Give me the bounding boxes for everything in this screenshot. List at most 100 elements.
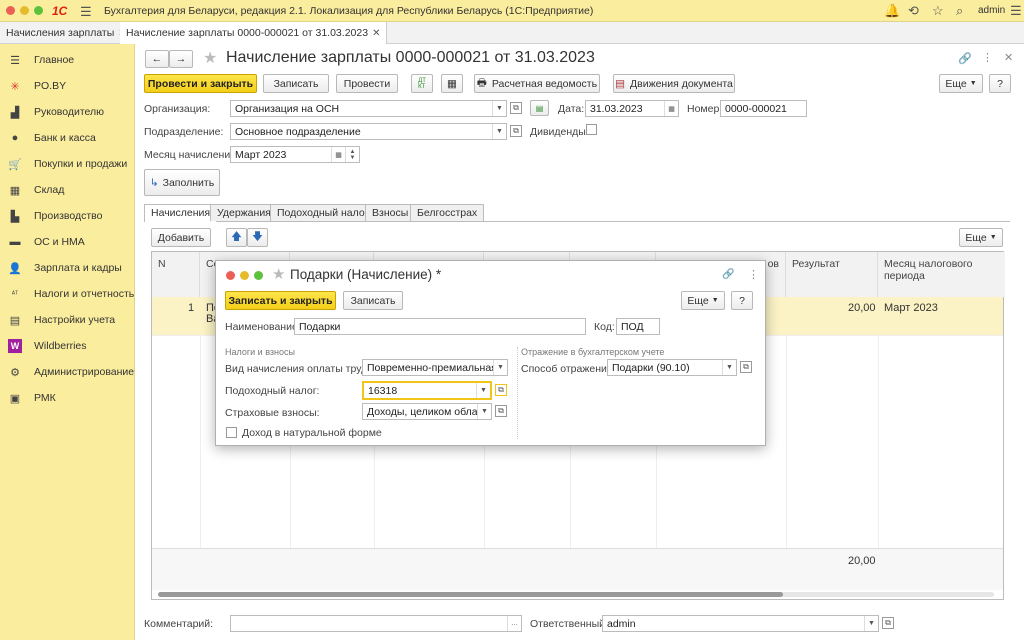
sidebar-item-production[interactable]: ▙ Производство [8, 208, 103, 224]
link-icon[interactable]: 🔗 [958, 52, 972, 65]
responsible-field[interactable]: admin ▼ [602, 615, 879, 632]
dept-field[interactable]: Основное подразделение ▼ [230, 123, 507, 140]
main-menu-icon[interactable]: ☰ [80, 4, 92, 20]
dropdown-icon[interactable]: ▼ [477, 404, 491, 419]
column-header-result[interactable]: Результат [786, 252, 878, 297]
post-and-close-button[interactable]: Провести и закрыть [144, 74, 257, 93]
close-icon[interactable]: ✕ [1004, 51, 1013, 64]
code-field[interactable]: ПОД [616, 318, 660, 335]
more-vert-icon[interactable]: ⋮ [748, 268, 759, 281]
natural-income-label[interactable]: Доход в натуральной форме [242, 427, 382, 439]
dropdown-icon[interactable]: ▼ [864, 616, 878, 631]
dialog-help-button[interactable]: ? [731, 291, 753, 310]
sidebar-item-warehouse[interactable]: ▦ Склад [8, 182, 65, 198]
save-and-close-button[interactable]: Записать и закрыть [225, 291, 336, 310]
fill-button[interactable]: ↳ Заполнить [144, 169, 220, 196]
calendar-icon[interactable]: ▦ [664, 101, 678, 116]
dt-kt-icon[interactable]: ДТ КТ [411, 74, 433, 93]
sidebar-item-salary[interactable]: 👤 Зарплата и кадры [8, 260, 122, 276]
sidebar-item-manager[interactable]: ▟ Руководителю [8, 104, 104, 120]
org-field[interactable]: Организация на ОСН ▼ [230, 100, 507, 117]
tab-accruals[interactable]: Начисления [144, 204, 218, 222]
stepper-icon[interactable]: ▲ ▼ [345, 147, 359, 162]
number-field[interactable]: 0000-000021 [720, 100, 807, 117]
sidebar-item-bank[interactable]: ● Банк и касса [8, 130, 96, 146]
scrollbar-thumb[interactable] [158, 592, 783, 597]
tab-belgosstrakh[interactable]: Белгосстрах [410, 204, 485, 221]
open-icon[interactable]: ⧉ [510, 102, 522, 114]
sidebar-item-main[interactable]: ☰ Главное [8, 52, 74, 68]
dropdown-icon[interactable]: ▼ [492, 124, 506, 139]
sidebar-item-purchases[interactable]: 🛒 Покупки и продажи [8, 156, 127, 172]
save-button[interactable]: Записать [263, 74, 329, 93]
close-icon[interactable]: ✕ [372, 28, 380, 39]
dropdown-icon[interactable]: ▼ [493, 360, 507, 375]
settings-menu-icon[interactable]: ☰ [1010, 3, 1022, 19]
help-button[interactable]: ? [989, 74, 1011, 93]
dividends-checkbox[interactable] [586, 124, 597, 135]
name-field[interactable]: Подарки [294, 318, 586, 335]
open-icon[interactable]: ⧉ [495, 405, 507, 417]
open-icon[interactable]: ⧉ [495, 384, 507, 396]
maximize-window-dot[interactable] [254, 271, 263, 280]
tab-income-tax[interactable]: Подоходный налог [270, 204, 376, 221]
sidebar-item-admin[interactable]: ⚙ Администрирование [8, 364, 134, 380]
post-button[interactable]: Провести [336, 74, 398, 93]
column-header-n[interactable]: N [152, 252, 200, 297]
dropdown-icon[interactable]: ▼ [476, 383, 490, 398]
close-window-dot[interactable] [226, 271, 235, 280]
search-icon[interactable]: ⌕ [956, 3, 963, 19]
ellipsis-icon[interactable]: … [507, 616, 521, 631]
back-button[interactable]: ← [145, 50, 169, 68]
dialog-more-button[interactable]: Еще ▼ [681, 291, 725, 310]
sidebar-item-wildberries[interactable]: W Wildberries [8, 338, 87, 354]
forward-button[interactable]: → [169, 50, 193, 68]
bell-icon[interactable]: 🔔 [884, 3, 900, 19]
report-icon[interactable]: ▦ [441, 74, 463, 93]
tab-payroll-list[interactable]: Начисления зарплаты✕ [0, 22, 134, 44]
natural-income-checkbox[interactable] [226, 427, 237, 438]
open-icon[interactable]: ⧉ [740, 361, 752, 373]
column-header-tax-month[interactable]: Месяц налогового периода [878, 252, 1005, 297]
favorite-star-icon[interactable]: ★ [203, 48, 217, 68]
comment-field[interactable]: … [230, 615, 522, 632]
sidebar-item-poby[interactable]: ✳ PO.BY [8, 78, 66, 94]
insurance-field[interactable]: Доходы, целиком облагае ▼ [362, 403, 492, 420]
grid-more-button[interactable]: Еще ▼ [959, 228, 1003, 247]
minimize-window-dot[interactable] [20, 6, 29, 15]
horizontal-scrollbar[interactable] [158, 592, 994, 597]
sidebar-item-rmk[interactable]: ▣ РМК [8, 390, 56, 406]
tab-deductions[interactable]: Удержания [210, 204, 278, 221]
maximize-window-dot[interactable] [34, 6, 43, 15]
movements-button[interactable]: ▤ Движения документа [613, 74, 735, 93]
star-icon[interactable]: ☆ [932, 3, 944, 19]
calendar-icon[interactable]: ▦ [331, 147, 345, 162]
move-down-button[interactable]: 🡇 [247, 228, 268, 247]
accrual-kind-field[interactable]: Повременно-премиальная оп ▼ [362, 359, 508, 376]
open-icon[interactable]: ⧉ [882, 617, 894, 629]
move-up-button[interactable]: 🡅 [226, 228, 247, 247]
calendar-green-icon[interactable]: ▤ [530, 100, 549, 116]
history-icon[interactable]: ⟲ [908, 3, 919, 19]
user-name[interactable]: admin [978, 5, 1005, 16]
link-icon[interactable]: 🔗 [722, 269, 734, 280]
tab-contributions[interactable]: Взносы [365, 204, 416, 221]
sidebar-item-assets[interactable]: ▬ ОС и НМА [8, 234, 85, 250]
dropdown-icon[interactable]: ▼ [722, 360, 736, 375]
date-field[interactable]: 31.03.2023 ▦ [585, 100, 679, 117]
tab-payroll-doc[interactable]: Начисление зарплаты 0000-000021 от 31.03… [120, 22, 388, 44]
close-window-dot[interactable] [6, 6, 15, 15]
dropdown-icon[interactable]: ▼ [492, 101, 506, 116]
method-field[interactable]: Подарки (90.10) ▼ [607, 359, 737, 376]
payroll-sheet-button[interactable]: 🖶 Расчетная ведомость [474, 74, 600, 93]
more-vert-icon[interactable]: ⋮ [982, 51, 993, 64]
month-field[interactable]: Март 2023 ▦ ▲ ▼ [230, 146, 360, 163]
open-icon[interactable]: ⧉ [510, 125, 522, 137]
income-tax-field[interactable]: 16318 ▼ [362, 381, 492, 400]
sidebar-item-taxes[interactable]: ᴬᵀ Налоги и отчетность [8, 286, 134, 302]
more-button[interactable]: Еще ▼ [939, 74, 983, 93]
add-button[interactable]: Добавить [151, 228, 211, 247]
sidebar-item-settings[interactable]: ▤ Настройки учета [8, 312, 115, 328]
minimize-window-dot[interactable] [240, 271, 249, 280]
favorite-star-icon[interactable]: ★ [272, 265, 285, 283]
